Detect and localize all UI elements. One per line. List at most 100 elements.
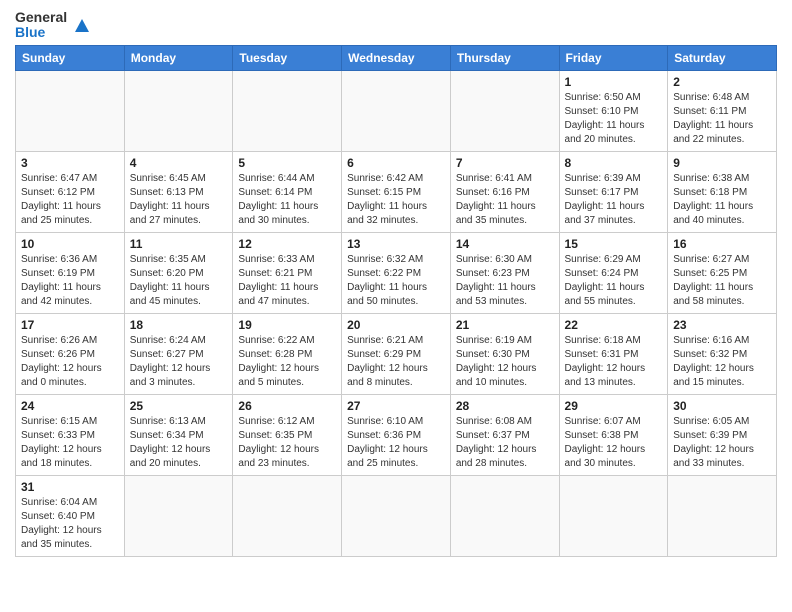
day-number: 2: [673, 75, 771, 89]
day-number: 6: [347, 156, 445, 170]
day-info: Sunrise: 6:27 AM Sunset: 6:25 PM Dayligh…: [673, 253, 771, 309]
logo: General Blue: [15, 10, 93, 41]
day-number: 19: [238, 318, 336, 332]
day-number: 5: [238, 156, 336, 170]
day-info: Sunrise: 6:30 AM Sunset: 6:23 PM Dayligh…: [456, 253, 554, 309]
calendar-cell: 10 Sunrise: 6:36 AM Sunset: 6:19 PM Dayli…: [16, 232, 125, 313]
calendar-cell: 21Sunrise: 6:19 AM Sunset: 6:30 PM Dayli…: [450, 313, 559, 394]
calendar-cell: [559, 475, 668, 556]
day-info: Sunrise: 6:04 AM Sunset: 6:40 PM Dayligh…: [21, 496, 119, 552]
day-number: 20: [347, 318, 445, 332]
calendar-cell: 5Sunrise: 6:44 AM Sunset: 6:14 PM Daylig…: [233, 151, 342, 232]
calendar-cell: 24 Sunrise: 6:15 AM Sunset: 6:33 PM Dayli…: [16, 394, 125, 475]
day-number: 25: [130, 399, 228, 413]
calendar-cell: 8 Sunrise: 6:39 AM Sunset: 6:17 PM Daylig…: [559, 151, 668, 232]
day-number: 1: [565, 75, 663, 89]
day-info: Sunrise: 6:16 AM Sunset: 6:32 PM Dayligh…: [673, 334, 771, 390]
day-number: 7: [456, 156, 554, 170]
day-number: 12: [238, 237, 336, 251]
calendar-cell: 14 Sunrise: 6:30 AM Sunset: 6:23 PM Dayli…: [450, 232, 559, 313]
day-info: Sunrise: 6:07 AM Sunset: 6:38 PM Dayligh…: [565, 415, 663, 471]
calendar-cell: 31 Sunrise: 6:04 AM Sunset: 6:40 PM Dayli…: [16, 475, 125, 556]
day-header-sunday: Sunday: [16, 45, 125, 70]
day-header-wednesday: Wednesday: [342, 45, 451, 70]
calendar-week-row: 3 Sunrise: 6:47 AM Sunset: 6:12 PM Daylig…: [16, 151, 777, 232]
day-info: Sunrise: 6:38 AM Sunset: 6:18 PM Dayligh…: [673, 172, 771, 228]
calendar-cell: 22 Sunrise: 6:18 AM Sunset: 6:31 PM Dayli…: [559, 313, 668, 394]
day-info: Sunrise: 6:15 AM Sunset: 6:33 PM Dayligh…: [21, 415, 119, 471]
day-info: Sunrise: 6:19 AM Sunset: 6:30 PM Dayligh…: [456, 334, 554, 390]
day-header-tuesday: Tuesday: [233, 45, 342, 70]
calendar-cell: [450, 70, 559, 151]
day-header-friday: Friday: [559, 45, 668, 70]
calendar-cell: 11Sunrise: 6:35 AM Sunset: 6:20 PM Dayli…: [124, 232, 233, 313]
day-info: Sunrise: 6:12 AM Sunset: 6:35 PM Dayligh…: [238, 415, 336, 471]
day-info: Sunrise: 6:24 AM Sunset: 6:27 PM Dayligh…: [130, 334, 228, 390]
calendar-cell: 15 Sunrise: 6:29 AM Sunset: 6:24 PM Dayli…: [559, 232, 668, 313]
day-number: 13: [347, 237, 445, 251]
day-number: 3: [21, 156, 119, 170]
day-info: Sunrise: 6:29 AM Sunset: 6:24 PM Dayligh…: [565, 253, 663, 309]
day-number: 28: [456, 399, 554, 413]
calendar-cell: 7 Sunrise: 6:41 AM Sunset: 6:16 PM Daylig…: [450, 151, 559, 232]
calendar-cell: [124, 475, 233, 556]
day-info: Sunrise: 6:18 AM Sunset: 6:31 PM Dayligh…: [565, 334, 663, 390]
calendar-week-row: 17 Sunrise: 6:26 AM Sunset: 6:26 PM Dayli…: [16, 313, 777, 394]
day-info: Sunrise: 6:48 AM Sunset: 6:11 PM Dayligh…: [673, 91, 771, 147]
day-info: Sunrise: 6:13 AM Sunset: 6:34 PM Dayligh…: [130, 415, 228, 471]
calendar-cell: 20 Sunrise: 6:21 AM Sunset: 6:29 PM Dayli…: [342, 313, 451, 394]
day-number: 17: [21, 318, 119, 332]
calendar-cell: [233, 475, 342, 556]
day-info: Sunrise: 6:26 AM Sunset: 6:26 PM Dayligh…: [21, 334, 119, 390]
calendar-cell: [668, 475, 777, 556]
calendar-cell: 4Sunrise: 6:45 AM Sunset: 6:13 PM Daylig…: [124, 151, 233, 232]
day-number: 8: [565, 156, 663, 170]
day-info: Sunrise: 6:50 AM Sunset: 6:10 PM Dayligh…: [565, 91, 663, 147]
day-info: Sunrise: 6:45 AM Sunset: 6:13 PM Dayligh…: [130, 172, 228, 228]
day-number: 10: [21, 237, 119, 251]
calendar-cell: 1 Sunrise: 6:50 AM Sunset: 6:10 PM Daylig…: [559, 70, 668, 151]
calendar-cell: 28 Sunrise: 6:08 AM Sunset: 6:37 PM Dayli…: [450, 394, 559, 475]
calendar-cell: 29 Sunrise: 6:07 AM Sunset: 6:38 PM Dayli…: [559, 394, 668, 475]
calendar-cell: 26Sunrise: 6:12 AM Sunset: 6:35 PM Dayli…: [233, 394, 342, 475]
day-info: Sunrise: 6:05 AM Sunset: 6:39 PM Dayligh…: [673, 415, 771, 471]
day-info: Sunrise: 6:33 AM Sunset: 6:21 PM Dayligh…: [238, 253, 336, 309]
day-header-monday: Monday: [124, 45, 233, 70]
day-number: 14: [456, 237, 554, 251]
calendar-cell: 2 Sunrise: 6:48 AM Sunset: 6:11 PM Daylig…: [668, 70, 777, 151]
calendar-cell: [342, 475, 451, 556]
calendar-cell: 16Sunrise: 6:27 AM Sunset: 6:25 PM Dayli…: [668, 232, 777, 313]
day-info: Sunrise: 6:36 AM Sunset: 6:19 PM Dayligh…: [21, 253, 119, 309]
calendar-cell: [342, 70, 451, 151]
day-number: 15: [565, 237, 663, 251]
logo-general-text: General: [15, 10, 67, 25]
calendar-cell: [233, 70, 342, 151]
logo-triangle-icon: [71, 14, 93, 36]
calendar-cell: 12 Sunrise: 6:33 AM Sunset: 6:21 PM Dayli…: [233, 232, 342, 313]
day-number: 29: [565, 399, 663, 413]
day-number: 30: [673, 399, 771, 413]
page-header: General Blue: [15, 10, 777, 41]
day-number: 23: [673, 318, 771, 332]
day-number: 11: [130, 237, 228, 251]
day-info: Sunrise: 6:10 AM Sunset: 6:36 PM Dayligh…: [347, 415, 445, 471]
day-info: Sunrise: 6:39 AM Sunset: 6:17 PM Dayligh…: [565, 172, 663, 228]
calendar-cell: 27Sunrise: 6:10 AM Sunset: 6:36 PM Dayli…: [342, 394, 451, 475]
calendar-week-row: 10 Sunrise: 6:36 AM Sunset: 6:19 PM Dayli…: [16, 232, 777, 313]
day-header-saturday: Saturday: [668, 45, 777, 70]
calendar-cell: [124, 70, 233, 151]
calendar-cell: 25 Sunrise: 6:13 AM Sunset: 6:34 PM Dayli…: [124, 394, 233, 475]
calendar-cell: 6Sunrise: 6:42 AM Sunset: 6:15 PM Daylig…: [342, 151, 451, 232]
day-info: Sunrise: 6:21 AM Sunset: 6:29 PM Dayligh…: [347, 334, 445, 390]
day-number: 9: [673, 156, 771, 170]
logo-blue-text: Blue: [15, 25, 67, 40]
day-info: Sunrise: 6:32 AM Sunset: 6:22 PM Dayligh…: [347, 253, 445, 309]
day-number: 22: [565, 318, 663, 332]
day-info: Sunrise: 6:08 AM Sunset: 6:37 PM Dayligh…: [456, 415, 554, 471]
day-number: 31: [21, 480, 119, 494]
day-info: Sunrise: 6:47 AM Sunset: 6:12 PM Dayligh…: [21, 172, 119, 228]
calendar-table: SundayMondayTuesdayWednesdayThursdayFrid…: [15, 45, 777, 557]
day-number: 24: [21, 399, 119, 413]
day-info: Sunrise: 6:41 AM Sunset: 6:16 PM Dayligh…: [456, 172, 554, 228]
calendar-week-row: 1 Sunrise: 6:50 AM Sunset: 6:10 PM Daylig…: [16, 70, 777, 151]
